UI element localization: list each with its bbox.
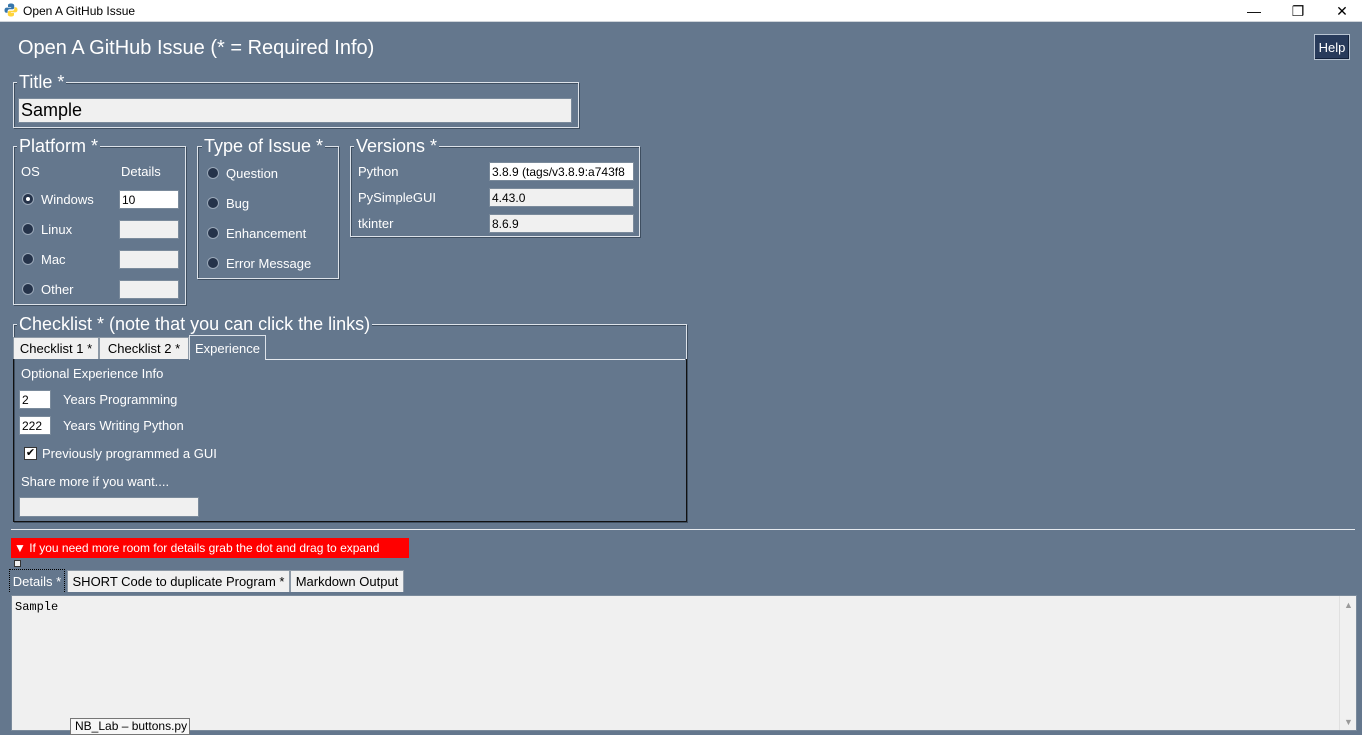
- tab-short-code[interactable]: SHORT Code to duplicate Program *: [67, 570, 290, 592]
- minimize-button[interactable]: —: [1232, 0, 1276, 22]
- radio-error-message-label[interactable]: Error Message: [226, 256, 311, 271]
- scroll-down-icon[interactable]: ▼: [1340, 713, 1357, 730]
- title-input[interactable]: Sample: [18, 98, 572, 123]
- radio-other-label[interactable]: Other: [41, 282, 74, 297]
- radio-linux-label[interactable]: Linux: [41, 222, 72, 237]
- radio-windows[interactable]: [22, 193, 34, 205]
- checkmark-icon: ✔: [25, 447, 36, 459]
- tab-checklist-1[interactable]: Checklist 1 *: [13, 337, 99, 359]
- restore-button[interactable]: ❐: [1276, 0, 1320, 22]
- close-icon: ✕: [1336, 2, 1348, 19]
- share-more-input[interactable]: [19, 497, 199, 517]
- checklist-frame-label: Checklist * (note that you can click the…: [17, 314, 373, 334]
- restore-icon: ❐: [1291, 2, 1305, 19]
- mac-details-input[interactable]: [119, 250, 179, 269]
- scroll-up-icon[interactable]: ▲: [1340, 596, 1357, 613]
- linux-details-input[interactable]: [119, 220, 179, 239]
- tab-details[interactable]: Details *: [9, 569, 65, 592]
- close-button[interactable]: ✕: [1320, 0, 1362, 22]
- python-version-label: Python: [358, 164, 399, 179]
- python-version-input[interactable]: 3.8.9 (tags/v3.8.9:a743f8: [489, 162, 634, 181]
- years-programming-label: Years Programming: [63, 392, 178, 407]
- title-frame-label: Title *: [17, 72, 67, 92]
- radio-question[interactable]: [207, 167, 219, 179]
- section-separator: [11, 529, 1355, 530]
- radio-linux[interactable]: [22, 223, 34, 235]
- experience-heading: Optional Experience Info: [21, 366, 164, 381]
- python-icon: [4, 3, 18, 17]
- radio-enhancement-label[interactable]: Enhancement: [226, 226, 306, 241]
- window-title: Open A GitHub Issue: [23, 4, 136, 18]
- radio-other[interactable]: [22, 283, 34, 295]
- minimize-icon: —: [1247, 3, 1261, 19]
- details-text: Sample: [15, 600, 59, 614]
- tab-experience[interactable]: Experience: [189, 335, 266, 360]
- years-python-input[interactable]: 222: [19, 416, 51, 435]
- tkinter-version-label: tkinter: [358, 216, 394, 231]
- tkinter-version-input[interactable]: 8.6.9: [489, 214, 634, 233]
- details-textarea[interactable]: Sample ▲ ▼: [11, 595, 1357, 731]
- taskbar-tooltip: NB_Lab – buttons.py: [70, 718, 190, 735]
- page-title: Open A GitHub Issue (* = Required Info): [18, 37, 375, 59]
- radio-bug[interactable]: [207, 197, 219, 209]
- gui-checkbox[interactable]: ✔: [24, 447, 37, 460]
- other-details-input[interactable]: [119, 280, 179, 299]
- radio-windows-label[interactable]: Windows: [41, 192, 94, 207]
- radio-error-message[interactable]: [207, 257, 219, 269]
- help-button[interactable]: Help: [1314, 34, 1350, 60]
- pysimplegui-version-input[interactable]: 4.43.0: [489, 188, 634, 207]
- share-more-label: Share more if you want....: [21, 474, 170, 489]
- radio-mac-label[interactable]: Mac: [41, 252, 66, 267]
- pysimplegui-version-label: PySimpleGUI: [358, 190, 437, 205]
- radio-enhancement[interactable]: [207, 227, 219, 239]
- versions-frame-label: Versions *: [354, 136, 440, 156]
- radio-mac[interactable]: [22, 253, 34, 265]
- pane-drag-handle[interactable]: [14, 560, 21, 567]
- window-titlebar: Open A GitHub Issue — ❐ ✕: [0, 0, 1362, 22]
- details-header: Details: [121, 164, 161, 179]
- issue-type-frame-label: Type of Issue *: [202, 136, 326, 156]
- gui-checkbox-label[interactable]: Previously programmed a GUI: [42, 446, 217, 461]
- tab-checklist-2[interactable]: Checklist 2 *: [99, 337, 189, 359]
- os-header: OS: [21, 164, 40, 179]
- expand-hint: ▼ If you need more room for details grab…: [11, 538, 409, 558]
- tab-markdown-output[interactable]: Markdown Output: [290, 570, 404, 592]
- platform-frame-label: Platform *: [17, 136, 101, 156]
- windows-details-input[interactable]: 10: [119, 190, 179, 209]
- years-programming-input[interactable]: 2: [19, 390, 51, 409]
- radio-question-label[interactable]: Question: [226, 166, 278, 181]
- radio-bug-label[interactable]: Bug: [226, 196, 249, 211]
- years-python-label: Years Writing Python: [63, 418, 184, 433]
- details-scrollbar[interactable]: ▲ ▼: [1339, 596, 1356, 730]
